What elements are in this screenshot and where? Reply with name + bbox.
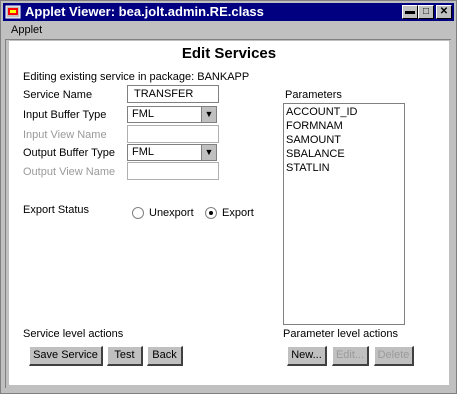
- unexport-radio[interactable]: [132, 207, 144, 219]
- export-radio[interactable]: [205, 207, 217, 219]
- output-buffer-type-label: Output Buffer Type: [23, 147, 115, 159]
- close-icon: ✕: [439, 6, 449, 17]
- delete-parameter-button[interactable]: Delete: [374, 346, 414, 366]
- title-bar[interactable]: Applet Viewer: bea.jolt.admin.RE.class ▬…: [3, 3, 454, 21]
- list-item[interactable]: SAMOUNT: [286, 134, 341, 146]
- back-button[interactable]: Back: [147, 346, 183, 366]
- package-info-text: Editing existing service in package: BAN…: [23, 71, 250, 83]
- service-name-field[interactable]: TRANSFER: [127, 85, 219, 103]
- parameters-label: Parameters: [285, 89, 342, 101]
- export-status-label: Export Status: [23, 204, 90, 216]
- chevron-down-icon[interactable]: ▼: [201, 107, 216, 122]
- input-buffer-type-select[interactable]: FML ▼: [127, 106, 217, 123]
- maximize-button[interactable]: □: [418, 5, 434, 19]
- close-button[interactable]: ✕: [436, 5, 452, 19]
- input-view-name-field[interactable]: [127, 125, 219, 143]
- menu-applet[interactable]: Applet: [11, 24, 42, 36]
- edit-services-panel: Edit Services Editing existing service i…: [9, 41, 449, 385]
- list-item[interactable]: ACCOUNT_ID: [286, 106, 358, 118]
- output-buffer-type-select[interactable]: FML ▼: [127, 144, 217, 161]
- output-view-name-label: Output View Name: [23, 166, 116, 178]
- menu-bar: Applet: [3, 22, 454, 38]
- window-title: Applet Viewer: bea.jolt.admin.RE.class: [25, 4, 264, 19]
- maximize-icon: □: [422, 6, 430, 17]
- output-buffer-type-value: FML: [132, 146, 154, 158]
- list-item[interactable]: FORMNAM: [286, 120, 343, 132]
- parameters-list[interactable]: ACCOUNT_ID FORMNAM SAMOUNT SBALANCE STAT…: [283, 103, 405, 325]
- page-title: Edit Services: [181, 45, 277, 62]
- input-buffer-type-value: FML: [132, 108, 154, 120]
- service-name-label: Service Name: [23, 89, 93, 101]
- output-view-name-field[interactable]: [127, 162, 219, 180]
- chevron-down-icon[interactable]: ▼: [201, 145, 216, 160]
- export-radio-label[interactable]: Export: [222, 207, 254, 219]
- parameter-level-actions-label: Parameter level actions: [283, 328, 398, 340]
- minimize-button[interactable]: ▬: [402, 5, 418, 19]
- edit-parameter-button[interactable]: Edit...: [332, 346, 369, 366]
- input-view-name-label: Input View Name: [23, 129, 107, 141]
- applet-viewer-icon: [5, 5, 21, 19]
- input-buffer-type-label: Input Buffer Type: [23, 109, 107, 121]
- list-item[interactable]: STATLIN: [286, 162, 330, 174]
- applet-viewer-window: Applet Viewer: bea.jolt.admin.RE.class ▬…: [0, 0, 457, 394]
- test-button[interactable]: Test: [107, 346, 143, 366]
- service-level-actions-label: Service level actions: [23, 328, 124, 340]
- new-parameter-button[interactable]: New...: [287, 346, 327, 366]
- minimize-icon: ▬: [405, 6, 415, 17]
- list-item[interactable]: SBALANCE: [286, 148, 345, 160]
- unexport-radio-label[interactable]: Unexport: [149, 207, 194, 219]
- save-service-button[interactable]: Save Service: [29, 346, 103, 366]
